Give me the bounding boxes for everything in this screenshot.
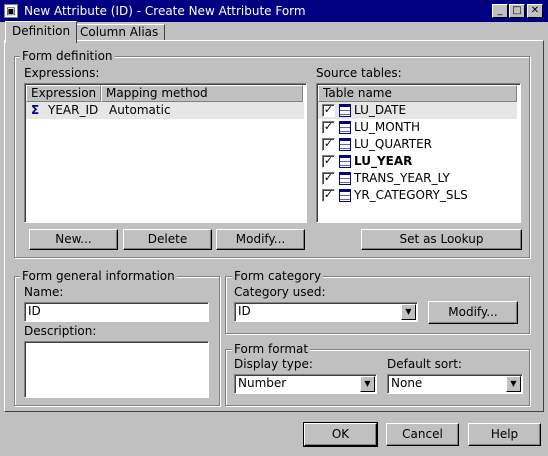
source-table-row[interactable]: ✓ LU_YEAR [318, 153, 517, 170]
app-icon[interactable]: ▣ [4, 4, 18, 18]
checkbox-checked-icon[interactable]: ✓ [322, 189, 335, 202]
checkbox-checked-icon[interactable]: ✓ [322, 138, 335, 151]
window-title: New Attribute (ID) - Create New Attribut… [24, 4, 306, 18]
maximize-icon[interactable]: □ [509, 4, 525, 18]
source-table-row[interactable]: ✓ LU_DATE [318, 102, 517, 119]
delete-expression-button[interactable]: Delete [123, 229, 212, 250]
expression-column-header[interactable]: Expression [26, 85, 101, 102]
table-name: TRANS_YEAR_LY [354, 171, 450, 185]
mapping-column-header[interactable]: Mapping method [101, 85, 303, 102]
display-type-value: Number [238, 376, 287, 390]
category-value: ID [238, 304, 251, 318]
source-table-row[interactable]: ✓ TRANS_YEAR_LY [318, 170, 517, 187]
sigma-icon: Σ [31, 103, 40, 117]
category-group-label: Form category [232, 269, 324, 283]
table-name: LU_MONTH [354, 120, 420, 134]
default-sort-select[interactable]: None ▼ [387, 374, 523, 394]
mapping-value: Automatic [109, 103, 171, 117]
table-icon [339, 172, 351, 185]
default-sort-label: Default sort: [387, 357, 462, 371]
general-info-label: Form general information [20, 269, 177, 283]
source-table-row[interactable]: ✓ YR_CATEGORY_SLS [318, 187, 517, 204]
source-tables-list[interactable]: Table name ✓ LU_DATE ✓ LU_MONTH ✓ LU_QUA… [316, 83, 521, 223]
checkbox-checked-icon[interactable]: ✓ [322, 104, 335, 117]
name-input[interactable]: ID [24, 302, 209, 322]
tab-definition[interactable]: Definition [5, 21, 78, 43]
default-sort-value: None [391, 376, 423, 390]
category-used-label: Category used: [234, 285, 326, 299]
source-table-row[interactable]: ✓ LU_MONTH [318, 119, 517, 136]
table-icon [339, 121, 351, 134]
category-select[interactable]: ID ▼ [234, 302, 418, 322]
cancel-button[interactable]: Cancel [386, 423, 459, 446]
expressions-list[interactable]: Expression Mapping method Σ YEAR_ID Auto… [24, 83, 307, 223]
table-icon [339, 104, 351, 117]
chevron-down-icon[interactable]: ▼ [506, 376, 521, 392]
modify-expression-button[interactable]: Modify... [216, 229, 305, 250]
table-icon [339, 189, 351, 202]
display-type-select[interactable]: Number ▼ [234, 374, 377, 394]
chevron-down-icon[interactable]: ▼ [401, 304, 416, 320]
title-bar[interactable]: ▣ New Attribute (ID) - Create New Attrib… [0, 0, 548, 22]
help-button[interactable]: Help [468, 423, 541, 446]
chevron-down-icon[interactable]: ▼ [360, 376, 375, 392]
source-table-row[interactable]: ✓ LU_QUARTER [318, 136, 517, 153]
minimize-icon[interactable]: _ [492, 4, 508, 18]
set-as-lookup-button[interactable]: Set as Lookup [361, 229, 522, 250]
expressions-label: Expressions: [24, 66, 100, 80]
checkbox-checked-icon[interactable]: ✓ [322, 155, 335, 168]
name-label: Name: [24, 285, 64, 299]
expression-value: YEAR_ID [48, 103, 99, 117]
tab-column-alias[interactable]: Column Alias [73, 24, 166, 41]
table-name: LU_YEAR [354, 154, 413, 168]
table-icon [339, 155, 351, 168]
table-name-column-header[interactable]: Table name [318, 85, 517, 102]
expression-row[interactable]: Σ YEAR_ID Automatic [26, 102, 304, 119]
checkbox-checked-icon[interactable]: ✓ [322, 172, 335, 185]
category-modify-button[interactable]: Modify... [428, 301, 518, 324]
description-input[interactable] [24, 341, 209, 398]
description-label: Description: [24, 324, 97, 338]
table-name: LU_QUARTER [354, 137, 433, 151]
table-name: LU_DATE [354, 103, 407, 117]
format-group-label: Form format [232, 342, 311, 356]
form-definition-label: Form definition [20, 49, 115, 63]
source-tables-label: Source tables: [316, 66, 402, 80]
ok-button[interactable]: OK [303, 422, 378, 447]
table-name: YR_CATEGORY_SLS [354, 188, 468, 202]
checkbox-checked-icon[interactable]: ✓ [322, 121, 335, 134]
table-icon [339, 138, 351, 151]
new-expression-button[interactable]: New... [29, 229, 118, 250]
display-type-label: Display type: [234, 357, 313, 371]
close-icon[interactable]: ✕ [527, 4, 543, 18]
